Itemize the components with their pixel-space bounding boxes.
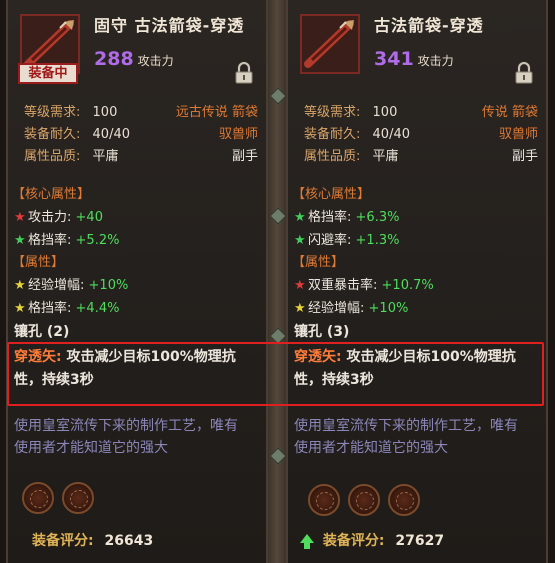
empty-socket-icon[interactable] [22, 482, 54, 514]
rarity-label: 传说 箭袋 [481, 105, 538, 120]
yellow-star-icon: ★ [294, 301, 306, 316]
effect-highlight-box [7, 342, 544, 406]
score-label: 装备评分: [32, 533, 94, 549]
core-attributes-header: 【核心属性】 [12, 187, 91, 202]
item-title: 古法箭袋-穿透 [374, 16, 484, 35]
stat-label: 经验增幅: [28, 278, 85, 293]
item-lore: 使用皇室流传下来的制作工艺，唯有使用者才能知道它的强大 [294, 418, 518, 456]
core-stat: ★ 攻击力: +40 [14, 206, 103, 225]
stat-value: +5.2% [75, 233, 120, 248]
rarity-label: 远古传说 箭袋 [175, 105, 258, 120]
stat-value: +6.3% [355, 210, 400, 225]
level-req-value: 100 [372, 105, 398, 120]
stat-value: +40 [75, 210, 103, 225]
stat-value: +10.7% [381, 278, 434, 293]
level-req-value: 100 [92, 105, 118, 120]
equipped-item-tooltip: 固守 古法箭袋-穿透 288 攻击力 装备中 等级需求: 100 远古传说 箭袋 … [6, 0, 268, 563]
class-label: 驭兽师 [498, 127, 538, 142]
attr-stat: ★ 格挡率: +4.4% [14, 297, 119, 316]
quality-value: 平庸 [372, 149, 399, 164]
durability-value: 40/40 [372, 127, 410, 142]
stat-label: 格挡率: [308, 210, 352, 225]
score-value: 27627 [395, 533, 445, 549]
stat-label: 闪避率: [308, 233, 352, 248]
durability: 装备耐久: 40/40 [304, 123, 410, 142]
core-stat: ★ 闪避率: +1.3% [294, 229, 399, 248]
upgrade-arrow-icon [300, 534, 314, 549]
divider-gem-icon [269, 87, 287, 105]
attack-value: 341 [374, 48, 414, 70]
level-req-label: 等级需求: [24, 105, 81, 120]
slot-label: 副手 [231, 149, 258, 164]
green-star-icon: ★ [294, 233, 306, 248]
level-requirement: 等级需求: 100 [24, 101, 117, 120]
lock-icon[interactable] [514, 62, 534, 84]
attack-label: 攻击力 [137, 54, 174, 68]
score-value: 26643 [104, 533, 154, 549]
attr-stat: ★ 经验增幅: +10% [14, 274, 128, 293]
stat-label: 双重暴击率: [308, 278, 378, 293]
stat-value: +4.4% [75, 301, 120, 316]
durability-value: 40/40 [92, 127, 130, 142]
attr-stat: ★ 双重暴击率: +10.7% [294, 274, 434, 293]
item-lore: 使用皇室流传下来的制作工艺，唯有使用者才能知道它的强大 [14, 418, 238, 456]
stat-label: 格挡率: [28, 233, 72, 248]
class-label: 驭兽师 [218, 127, 258, 142]
yellow-star-icon: ★ [14, 301, 26, 316]
empty-socket-icon[interactable] [388, 484, 420, 516]
core-stat: ★ 格挡率: +6.3% [294, 206, 399, 225]
core-attributes-header: 【核心属性】 [292, 187, 371, 202]
stat-value: +10% [88, 278, 129, 293]
quality-label: 属性品质: [24, 149, 81, 164]
divider-gem-icon [269, 207, 287, 225]
stat-label: 格挡率: [28, 301, 72, 316]
item-header: 固守 古法箭袋-穿透 288 攻击力 装备中 [8, 0, 266, 84]
durability-label: 装备耐久: [24, 127, 81, 142]
red-star-icon: ★ [14, 210, 26, 225]
quality-value: 平庸 [92, 149, 119, 164]
attack-label: 攻击力 [417, 54, 454, 68]
attributes-header: 【属性】 [12, 255, 65, 270]
stat-label: 攻击力: [28, 210, 72, 225]
compare-item-tooltip: 古法箭袋-穿透 341 攻击力 等级需求: 100 传说 箭袋 装备耐久: 40/… [286, 0, 548, 563]
red-star-icon: ★ [294, 278, 306, 293]
attack-power: 341 攻击力 [374, 48, 454, 70]
attr-stat: ★ 经验增幅: +10% [294, 297, 408, 316]
level-requirement: 等级需求: 100 [304, 101, 397, 120]
equipped-badge: 装备中 [18, 63, 78, 84]
score-label: 装备评分: [322, 533, 385, 549]
empty-socket-icon[interactable] [62, 482, 94, 514]
durability-label: 装备耐久: [304, 127, 361, 142]
green-star-icon: ★ [294, 210, 306, 225]
socket-count: 镶孔 (3) [294, 324, 350, 340]
quality: 属性品质: 平庸 [304, 145, 399, 164]
empty-socket-icon[interactable] [348, 484, 380, 516]
green-star-icon: ★ [14, 233, 26, 248]
item-title: 固守 古法箭袋-穿透 [94, 16, 245, 35]
stat-label: 经验增幅: [308, 301, 365, 316]
stat-value: +1.3% [355, 233, 400, 248]
yellow-star-icon: ★ [14, 278, 26, 293]
quiver-icon [300, 14, 360, 74]
lock-icon[interactable] [234, 62, 254, 84]
divider-gem-icon [269, 447, 287, 465]
item-header: 古法箭袋-穿透 341 攻击力 [288, 0, 546, 84]
socket-count: 镶孔 (2) [14, 324, 70, 340]
attributes-header: 【属性】 [292, 255, 345, 270]
attack-power: 288 攻击力 [94, 48, 174, 70]
quality-label: 属性品质: [304, 149, 361, 164]
slot-label: 副手 [511, 149, 538, 164]
level-req-label: 等级需求: [304, 105, 361, 120]
attack-value: 288 [94, 48, 134, 70]
core-stat: ★ 格挡率: +5.2% [14, 229, 119, 248]
quality: 属性品质: 平庸 [24, 145, 119, 164]
stat-value: +10% [368, 301, 409, 316]
equipment-score: 装备评分: 27627 [300, 530, 444, 550]
durability: 装备耐久: 40/40 [24, 123, 130, 142]
empty-socket-icon[interactable] [308, 484, 340, 516]
center-divider [268, 0, 287, 563]
equipment-score: 装备评分: 26643 [32, 530, 153, 550]
